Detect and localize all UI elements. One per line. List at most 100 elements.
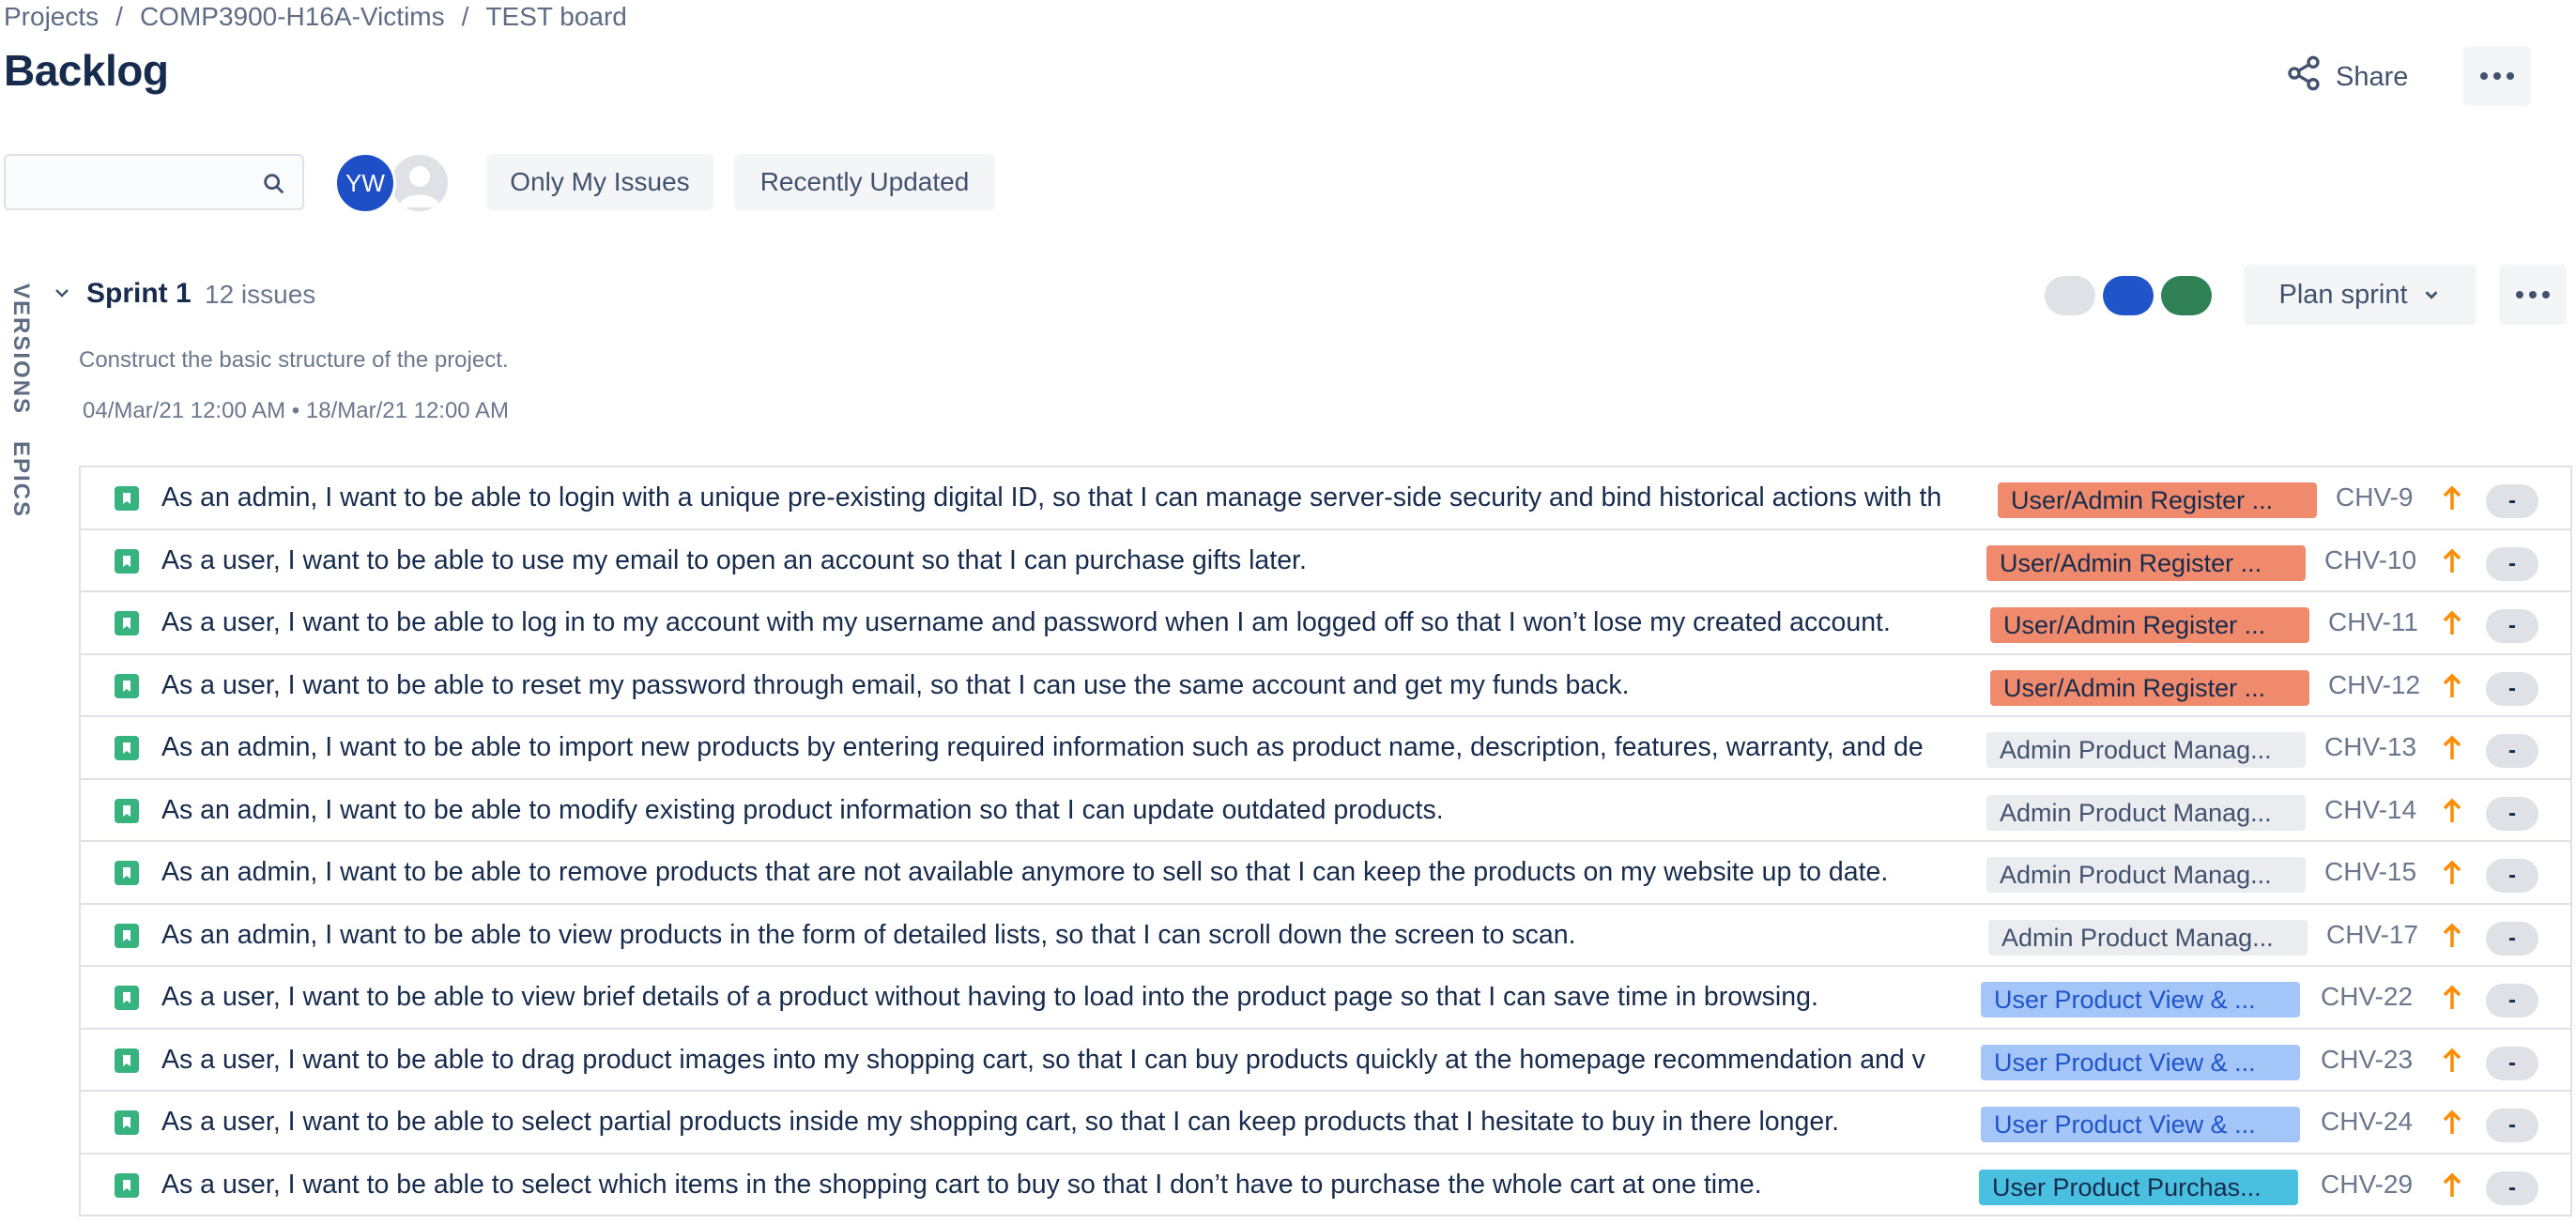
issue-summary[interactable]: As an admin, I want to be able to modify… xyxy=(161,780,2048,840)
sprint-goal: Construct the basic structure of the pro… xyxy=(79,347,509,373)
issue-summary[interactable]: As an admin, I want to be able to import… xyxy=(161,717,2054,777)
story-icon xyxy=(115,548,139,574)
issue-summary[interactable]: As a user, I want to be able to reset my… xyxy=(161,655,2058,715)
epic-label[interactable]: User/Admin Register ... xyxy=(1990,607,2309,643)
issue-row[interactable]: As a user, I want to be able to select w… xyxy=(81,1154,2570,1216)
priority-high-icon xyxy=(2443,548,2461,573)
priority-high-icon xyxy=(2443,1109,2461,1134)
epics-tab[interactable]: EPICS xyxy=(8,441,34,518)
issue-row[interactable]: As a user, I want to be able to select p… xyxy=(81,1092,2570,1155)
issue-key[interactable]: CHV-29 xyxy=(2321,1155,2413,1215)
issue-row[interactable]: As a user, I want to be able to use my e… xyxy=(81,529,2570,592)
search-box xyxy=(4,154,304,210)
priority-high-icon xyxy=(2443,1048,2461,1072)
epic-label[interactable]: User Product View & ... xyxy=(1981,1107,2300,1142)
share-button[interactable]: Share xyxy=(2285,54,2408,99)
search-icon xyxy=(264,174,284,194)
share-label: Share xyxy=(2336,61,2409,92)
plan-sprint-button[interactable]: Plan sprint xyxy=(2244,265,2476,325)
issue-key[interactable]: CHV-9 xyxy=(2336,467,2413,528)
priority-high-icon xyxy=(2443,485,2461,510)
story-points-badge[interactable]: - xyxy=(2486,734,2538,768)
epic-label[interactable]: User Product Purchas... xyxy=(1979,1169,2298,1205)
more-icon xyxy=(2480,72,2514,80)
breadcrumb-projects[interactable]: Projects xyxy=(4,2,99,32)
issue-summary[interactable]: As a user, I want to be able to select p… xyxy=(161,1092,2045,1152)
issue-summary[interactable]: As an admin, I want to be able to remove… xyxy=(161,842,2048,902)
filter-only-my-issues[interactable]: Only My Issues xyxy=(486,154,713,210)
issue-key[interactable]: CHV-13 xyxy=(2324,717,2416,777)
issue-summary[interactable]: As a user, I want to be able to log in t… xyxy=(161,592,2058,652)
page-title: Backlog xyxy=(4,46,169,95)
epic-label[interactable]: User/Admin Register ... xyxy=(1998,482,2317,518)
issue-summary[interactable]: As an admin, I want to be able to login … xyxy=(161,467,2065,528)
story-points-badge[interactable]: - xyxy=(2486,921,2538,956)
story-icon xyxy=(115,861,139,885)
issue-row[interactable]: As a user, I want to be able to log in t… xyxy=(81,592,2570,655)
status-todo-pill xyxy=(2045,276,2095,315)
issue-summary[interactable]: As an admin, I want to be able to view p… xyxy=(161,905,2050,965)
issue-row[interactable]: As a user, I want to be able to reset my… xyxy=(81,654,2570,717)
epic-label[interactable]: Admin Product Manag... xyxy=(1986,857,2306,893)
story-points-badge[interactable]: - xyxy=(2486,984,2538,1017)
share-icon xyxy=(2285,54,2323,99)
issue-summary[interactable]: As a user, I want to be able to select w… xyxy=(161,1155,2045,1215)
epic-label[interactable]: User Product View & ... xyxy=(1981,1044,2300,1080)
story-points-badge[interactable]: - xyxy=(2486,484,2538,518)
issue-row[interactable]: As an admin, I want to be able to remove… xyxy=(81,842,2570,905)
epic-label[interactable]: User Product View & ... xyxy=(1981,982,2300,1017)
sprint-dates: 04/Mar/21 12:00 AM • 18/Mar/21 12:00 AM xyxy=(83,398,509,423)
story-icon xyxy=(115,923,139,948)
story-points-badge[interactable]: - xyxy=(2486,609,2538,643)
issue-key[interactable]: CHV-14 xyxy=(2324,780,2416,840)
epic-label[interactable]: Admin Product Manag... xyxy=(1986,732,2306,768)
story-points-badge[interactable]: - xyxy=(2486,1046,2538,1080)
search-input[interactable] xyxy=(6,156,240,208)
story-points-badge[interactable]: - xyxy=(2486,1170,2538,1205)
filter-recently-updated[interactable]: Recently Updated xyxy=(734,154,995,210)
issue-key[interactable]: CHV-24 xyxy=(2321,1092,2413,1152)
story-points-badge[interactable]: - xyxy=(2486,1109,2538,1142)
epic-label[interactable]: Admin Product Manag... xyxy=(1988,919,2308,956)
epic-label[interactable]: User/Admin Register ... xyxy=(1986,544,2306,581)
issue-summary[interactable]: As a user, I want to be able to drag pro… xyxy=(161,1030,2047,1090)
epic-label[interactable]: User/Admin Register ... xyxy=(1990,669,2309,706)
story-icon xyxy=(115,673,139,698)
issue-summary[interactable]: As a user, I want to be able to view bri… xyxy=(161,967,2045,1027)
issue-key[interactable]: CHV-10 xyxy=(2324,530,2416,590)
issue-row[interactable]: As an admin, I want to be able to import… xyxy=(81,717,2570,780)
issue-key[interactable]: CHV-17 xyxy=(2326,905,2418,965)
story-icon xyxy=(115,1110,139,1135)
story-icon xyxy=(115,1172,139,1198)
story-icon xyxy=(115,736,139,760)
story-points-badge[interactable]: - xyxy=(2486,546,2538,581)
issue-key[interactable]: CHV-11 xyxy=(2328,592,2418,652)
story-points-badge[interactable]: - xyxy=(2486,796,2538,831)
breadcrumb-project[interactable]: COMP3900-H16A-Victims xyxy=(140,2,445,32)
issue-summary[interactable]: As a user, I want to be able to use my e… xyxy=(161,530,2048,590)
issue-row[interactable]: As an admin, I want to be able to login … xyxy=(81,467,2570,530)
story-points-badge[interactable]: - xyxy=(2486,671,2538,706)
versions-tab[interactable]: VERSIONS xyxy=(8,283,34,415)
story-icon xyxy=(115,611,139,635)
avatar-unassigned[interactable] xyxy=(389,152,451,214)
sprint-issue-count: 12 issues xyxy=(205,280,316,309)
avatar-yw[interactable]: YW xyxy=(334,152,396,214)
issue-row[interactable]: As a user, I want to be able to drag pro… xyxy=(81,1029,2570,1092)
issue-key[interactable]: CHV-22 xyxy=(2321,967,2413,1027)
issue-key[interactable]: CHV-15 xyxy=(2324,842,2416,902)
breadcrumb-separator: / xyxy=(115,2,123,31)
issue-key[interactable]: CHV-12 xyxy=(2328,655,2420,715)
story-points-badge[interactable]: - xyxy=(2486,859,2538,893)
issue-row[interactable]: As a user, I want to be able to view bri… xyxy=(81,967,2570,1030)
more-actions-button[interactable] xyxy=(2463,46,2531,106)
sprint-name: Sprint 1 xyxy=(86,278,192,309)
issue-row[interactable]: As an admin, I want to be able to modify… xyxy=(81,779,2570,842)
breadcrumb-board[interactable]: TEST board xyxy=(485,2,626,32)
issue-key[interactable]: CHV-23 xyxy=(2321,1030,2413,1090)
more-icon xyxy=(2516,291,2550,298)
sprint-more-button[interactable] xyxy=(2499,265,2567,325)
epic-label[interactable]: Admin Product Manag... xyxy=(1986,794,2306,831)
chevron-down-icon[interactable] xyxy=(51,282,73,304)
issue-row[interactable]: As an admin, I want to be able to view p… xyxy=(81,904,2570,967)
